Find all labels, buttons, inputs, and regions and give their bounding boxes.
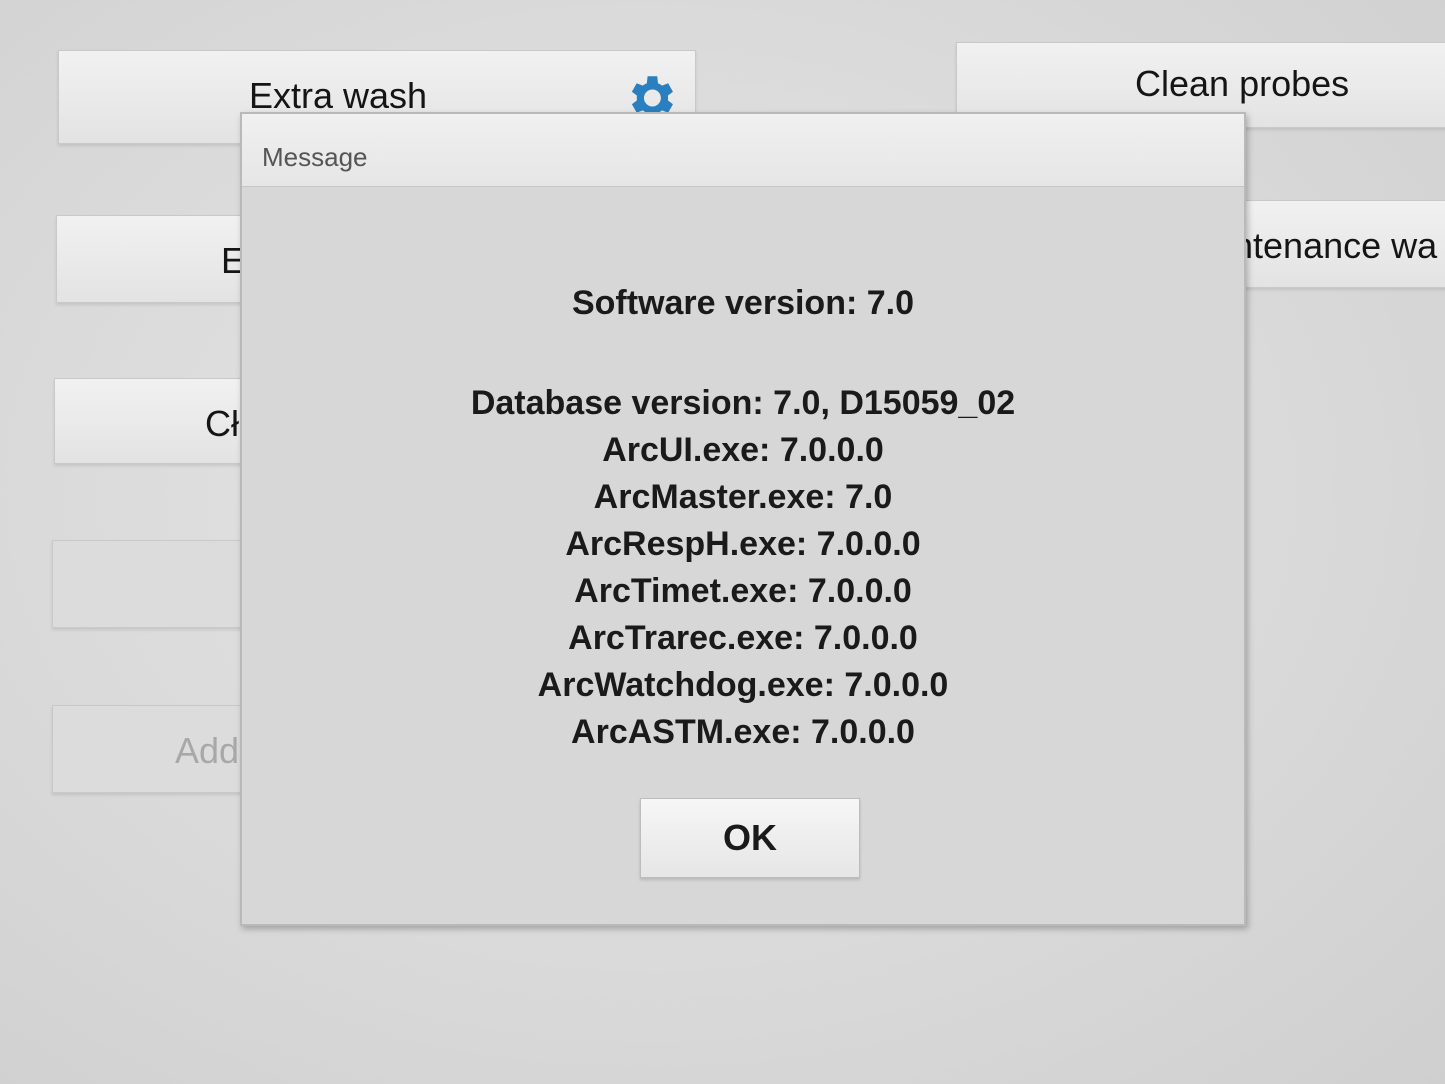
version-line-arcwatchdog: ArcWatchdog.exe: 7.0.0.0 — [537, 666, 949, 704]
add-button[interactable]: Add — [52, 705, 272, 793]
left-button-3-label: Cł — [205, 403, 239, 444]
dialog-title: Message — [262, 142, 368, 172]
maintenance-wash-label: intenance wa — [1225, 225, 1438, 266]
maintenance-wash-button[interactable]: intenance wa — [1212, 200, 1445, 288]
clean-probes-label: Clean probes — [1135, 63, 1350, 104]
version-list: Database version: 7.0, D15059_02 ArcUI.e… — [242, 380, 1244, 756]
ok-button[interactable]: OK — [640, 798, 860, 878]
add-button-label: Add — [175, 730, 240, 771]
left-button-4[interactable] — [52, 540, 272, 628]
version-line-arcresph: ArcRespH.exe: 7.0.0.0 — [565, 525, 921, 563]
software-version-text: Software version: 7.0 — [571, 284, 914, 322]
version-line-arcui: ArcUI.exe: 7.0.0.0 — [602, 431, 884, 469]
message-dialog: Message Software version: 7.0 Database v… — [240, 112, 1246, 926]
version-line-arctrarec: ArcTrarec.exe: 7.0.0.0 — [568, 619, 918, 657]
extra-wash-label: Extra wash — [249, 75, 428, 116]
version-line-database: Database version: 7.0, D15059_02 — [470, 384, 1016, 422]
version-line-arcastm: ArcASTM.exe: 7.0.0.0 — [571, 713, 915, 751]
version-line-arcmaster: ArcMaster.exe: 7.0 — [593, 478, 893, 516]
dialog-titlebar: Message — [242, 114, 1244, 187]
version-line-arctimet: ArcTimet.exe: 7.0.0.0 — [574, 572, 912, 610]
